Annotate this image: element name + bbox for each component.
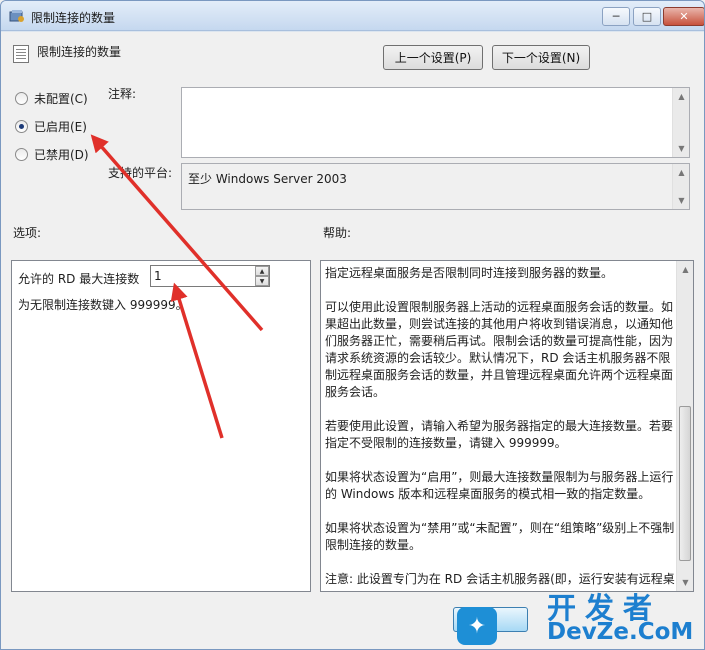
help-text: 指定远程桌面服务是否限制同时连接到服务器的数量。 可以使用此设置限制服务器上活动… <box>325 265 675 605</box>
radio-enabled[interactable]: 已启用(E) <box>15 118 87 135</box>
stepper-buttons: ▲ ▼ <box>255 266 269 286</box>
policy-setting-icon <box>13 45 29 63</box>
platform-scrollbar[interactable]: ▲ ▼ <box>672 164 689 209</box>
window-title: 限制连接的数量 <box>31 11 116 25</box>
radio-not-configured-button[interactable] <box>15 92 28 105</box>
radio-enabled-button[interactable] <box>15 120 28 133</box>
dialog-body: 限制连接的数量 上一个设置(P) 下一个设置(N) 未配置(C) 已启用(E) … <box>1 32 704 649</box>
help-paragraph: 指定远程桌面服务是否限制同时连接到服务器的数量。 <box>325 266 614 280</box>
next-setting-button[interactable]: 下一个设置(N) <box>492 45 590 70</box>
radio-disabled[interactable]: 已禁用(D) <box>15 146 89 163</box>
scroll-up-arrow-icon[interactable]: ▲ <box>677 261 694 278</box>
stepper-down-icon[interactable]: ▼ <box>255 276 269 286</box>
max-connections-stepper[interactable]: 1 ▲ ▼ <box>150 265 270 287</box>
platform-label: 支持的平台: <box>108 166 173 180</box>
stepper-up-icon[interactable]: ▲ <box>255 266 269 276</box>
help-paragraph: 若要使用此设置，请输入希望为服务器指定的最大连接数量。若要指定不受限制的连接数量… <box>325 419 674 450</box>
title-bar[interactable]: 限制连接的数量 ─ □ ✕ <box>1 1 704 31</box>
help-paragraph: 如果将状态设置为“启用”，则最大连接数量限制为与服务器上运行的 Windows … <box>325 470 674 501</box>
help-paragraph: 如果将状态设置为“禁用”或“未配置”，则在“组策略”级别上不强制限制连接的数量。 <box>325 521 675 552</box>
policy-app-icon <box>9 10 24 22</box>
scroll-down-arrow-icon[interactable]: ▼ <box>673 140 690 157</box>
radio-enabled-label: 已启用(E) <box>34 120 87 134</box>
policy-title: 限制连接的数量 <box>37 45 122 59</box>
scroll-down-arrow-icon[interactable]: ▼ <box>673 192 690 209</box>
comment-scrollbar[interactable]: ▲ ▼ <box>672 88 689 157</box>
help-scroll-thumb[interactable] <box>679 406 691 561</box>
options-label: 选项: <box>13 226 42 240</box>
prev-setting-button[interactable]: 上一个设置(P) <box>383 45 483 70</box>
comment-textarea[interactable]: ▲ ▼ <box>181 87 690 158</box>
platform-field: 至少 Windows Server 2003 ▲ ▼ <box>181 163 690 210</box>
options-panel: 允许的 RD 最大连接数 1 ▲ ▼ 为无限制连接数键入 999999。 <box>11 260 311 592</box>
max-connections-value[interactable]: 1 <box>154 269 162 283</box>
watermark-en-text: DevZe.CoM <box>547 619 694 645</box>
comment-label: 注释: <box>108 87 137 101</box>
watermark-logo-icon: ✦ <box>457 607 497 645</box>
help-scrollbar[interactable]: ▲ ▼ <box>676 261 693 591</box>
close-button[interactable]: ✕ <box>663 7 704 26</box>
maximize-button[interactable]: □ <box>633 7 661 26</box>
platform-value: 至少 Windows Server 2003 <box>188 172 347 186</box>
radio-disabled-label: 已禁用(D) <box>34 148 89 162</box>
radio-not-configured-label: 未配置(C) <box>34 92 88 106</box>
scroll-up-arrow-icon[interactable]: ▲ <box>673 88 690 105</box>
scroll-up-arrow-icon[interactable]: ▲ <box>673 164 690 181</box>
dialog-window: 限制连接的数量 ─ □ ✕ 限制连接的数量 上一个设置(P) 下一个设置(N) … <box>0 0 705 650</box>
help-label: 帮助: <box>323 226 352 240</box>
minimize-button[interactable]: ─ <box>602 7 630 26</box>
max-connections-hint: 为无限制连接数键入 999999。 <box>18 298 188 312</box>
max-connections-label: 允许的 RD 最大连接数 <box>18 272 140 286</box>
help-paragraph: 可以使用此设置限制服务器上活动的远程桌面服务会话的数量。如果超出此数量，则尝试连… <box>325 300 674 399</box>
radio-disabled-button[interactable] <box>15 148 28 161</box>
help-panel: 指定远程桌面服务是否限制同时连接到服务器的数量。 可以使用此设置限制服务器上活动… <box>320 260 694 592</box>
radio-not-configured[interactable]: 未配置(C) <box>15 90 88 107</box>
watermark: ✦ 开发者 DevZe.CoM <box>455 585 705 650</box>
